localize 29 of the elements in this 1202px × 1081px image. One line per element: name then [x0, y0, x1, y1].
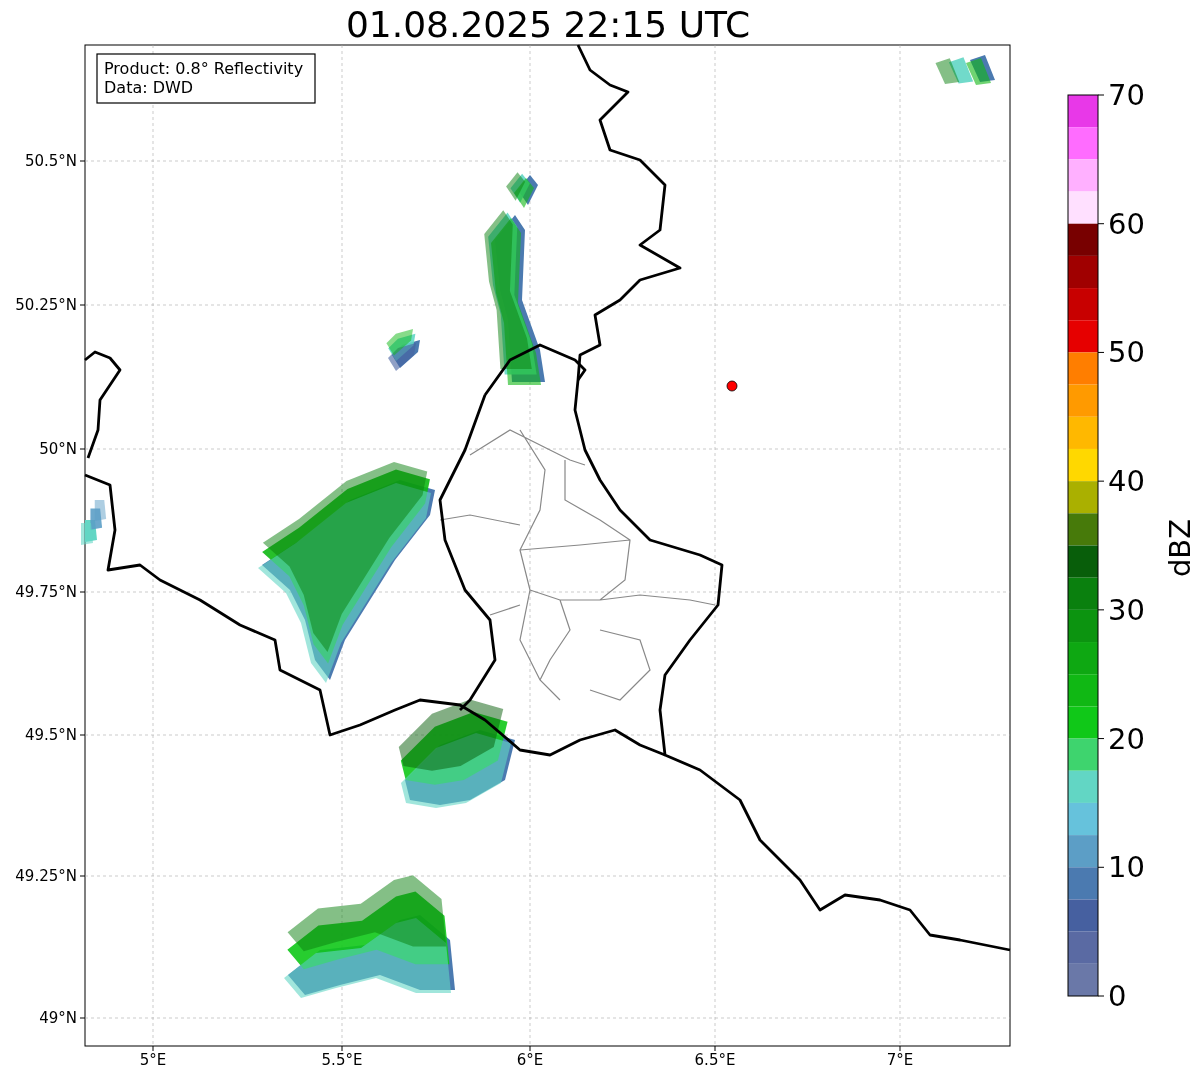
- rain-echo: [506, 172, 538, 208]
- axis-tick-label: 50.25°N: [15, 296, 77, 314]
- scale-tick-label: 30: [1108, 592, 1145, 627]
- axis-tick-label: 50°N: [39, 440, 77, 458]
- axis-tick-label: 49.5°N: [24, 726, 77, 744]
- chart-title: 01.08.2025 22:15 UTC: [345, 4, 751, 45]
- rain-echo: [935, 55, 995, 85]
- rain-echo: [81, 500, 107, 545]
- axis-tick-label: 49°N: [39, 1009, 77, 1027]
- axis-tick-label: 5.5°E: [321, 1051, 363, 1069]
- axis-tick-label: 5°E: [139, 1051, 167, 1069]
- scale-tick-label: 70: [1108, 78, 1145, 112]
- axis-tick-label: 6°E: [516, 1051, 544, 1069]
- radar-station-marker: [726, 380, 738, 392]
- axis-tick-label: 6.5°E: [694, 1051, 736, 1069]
- scale-tick-label: 10: [1108, 850, 1145, 885]
- rain-echo: [386, 329, 420, 371]
- axis-tick-label: 50.5°N: [24, 152, 77, 170]
- scale-tick-label: 0: [1108, 979, 1127, 1013]
- axis-tick-label: 7°E: [886, 1051, 914, 1069]
- axis-tick-label: 49.75°N: [15, 583, 77, 601]
- axis-tick-label: 49.25°N: [15, 867, 77, 885]
- info-text: Data: DWD: [104, 78, 194, 97]
- scale-tick-label: 40: [1108, 464, 1145, 499]
- scale-tick-label: 20: [1108, 721, 1145, 756]
- info-text: Product: 0.8° Reflectivity: [104, 59, 304, 78]
- scale-label: dBZ: [1163, 518, 1197, 578]
- scale-tick-label: 50: [1108, 335, 1145, 370]
- scale-tick-label: 60: [1108, 206, 1145, 241]
